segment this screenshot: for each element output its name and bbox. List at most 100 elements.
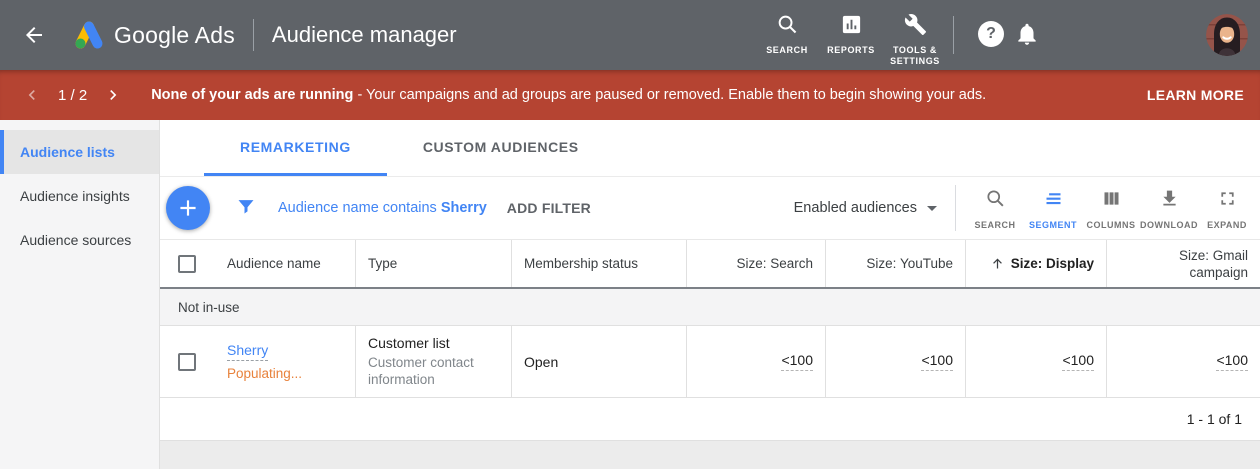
header-checkbox-cell — [160, 240, 215, 287]
notifications-bell-icon[interactable] — [1014, 21, 1040, 52]
tab-remarketing[interactable]: REMARKETING — [204, 120, 387, 176]
column-header-size-search[interactable]: Size: Search — [686, 240, 825, 287]
add-audience-button[interactable] — [166, 186, 210, 230]
columns-icon — [1101, 188, 1122, 214]
size-gmail-cell: <100 — [1106, 326, 1260, 397]
content-background — [160, 441, 1260, 469]
main-content: REMARKETING CUSTOM AUDIENCES Audience na… — [160, 120, 1260, 469]
expand-label: EXPAND — [1207, 220, 1247, 230]
banner-pager-count: 1 / 2 — [58, 87, 87, 104]
table-row: Sherry Populating... Customer list Custo… — [160, 326, 1260, 398]
table-search-button[interactable]: SEARCH — [966, 186, 1024, 230]
column-header-size-youtube[interactable]: Size: YouTube — [825, 240, 965, 287]
segment-icon — [1043, 188, 1064, 214]
type-cell: Customer list Customer contact informati… — [355, 326, 511, 397]
column-header-size-display[interactable]: Size: Display — [965, 240, 1106, 287]
chevron-right-icon[interactable] — [103, 85, 123, 105]
segment-button[interactable]: SEGMENT — [1024, 186, 1082, 230]
sidebar-item-audience-sources[interactable]: Audience sources — [0, 218, 159, 262]
audience-status-dropdown-value: Enabled audiences — [794, 200, 917, 216]
column-header-audience-name[interactable]: Audience name — [215, 240, 355, 287]
header-search-button[interactable]: SEARCH — [755, 0, 819, 70]
size-youtube-value[interactable]: <100 — [921, 352, 953, 371]
banner-pager: 1 / 2 — [22, 85, 123, 105]
tab-custom-audiences[interactable]: CUSTOM AUDIENCES — [387, 120, 615, 176]
bar-chart-icon — [840, 13, 863, 41]
sidebar-item-audience-lists[interactable]: Audience lists — [0, 130, 159, 174]
audience-status-dropdown[interactable]: Enabled audiences — [794, 200, 937, 216]
header-divider — [253, 19, 254, 51]
segment-label: SEGMENT — [1029, 220, 1077, 230]
user-avatar[interactable] — [1206, 14, 1248, 56]
tab-bar: REMARKETING CUSTOM AUDIENCES — [160, 120, 1260, 177]
sidebar-item-label: Audience sources — [20, 232, 131, 248]
toolbar-divider — [955, 185, 956, 231]
size-gmail-value[interactable]: <100 — [1216, 352, 1248, 371]
sidebar-item-audience-insights[interactable]: Audience insights — [0, 174, 159, 218]
group-row-not-in-use: Not in-use — [160, 289, 1260, 326]
filter-value: Sherry — [441, 200, 487, 216]
audience-name-link[interactable]: Sherry — [227, 342, 268, 361]
header-reports-button[interactable]: REPORTS — [819, 0, 883, 70]
chevron-left-icon[interactable] — [22, 85, 42, 105]
banner-detail: - Your campaigns and ad groups are pause… — [357, 87, 986, 103]
banner-headline: None of your ads are running — [151, 87, 353, 103]
type-detail: Customer contact information — [368, 354, 511, 388]
header-tools-settings-button[interactable]: TOOLS & SETTINGS — [883, 0, 947, 70]
sort-ascending-icon — [990, 256, 1005, 271]
back-arrow-icon[interactable] — [22, 23, 46, 47]
help-icon[interactable]: ? — [978, 21, 1004, 47]
learn-more-link[interactable]: LEARN MORE — [1147, 87, 1244, 103]
app-header: Google Ads Audience manager SEARCH REPOR… — [0, 0, 1260, 70]
column-header-membership-status[interactable]: Membership status — [511, 240, 686, 287]
product-name: Google Ads — [114, 22, 235, 49]
column-header-type[interactable]: Type — [355, 240, 511, 287]
header-nav-divider — [953, 16, 954, 54]
header-search-label: SEARCH — [757, 45, 817, 56]
column-header-size-gmail[interactable]: Size: Gmail campaign — [1106, 240, 1260, 287]
columns-label: COLUMNS — [1087, 220, 1136, 230]
row-checkbox-cell — [160, 326, 215, 397]
banner-message: None of your ads are running - Your camp… — [151, 87, 986, 103]
type-value: Customer list — [368, 335, 450, 351]
page-title: Audience manager — [272, 22, 457, 48]
download-label: DOWNLOAD — [1140, 220, 1198, 230]
audience-name-cell: Sherry Populating... — [215, 326, 355, 397]
size-youtube-cell: <100 — [825, 326, 965, 397]
size-display-cell: <100 — [965, 326, 1106, 397]
filter-icon[interactable] — [236, 196, 256, 221]
columns-button[interactable]: COLUMNS — [1082, 186, 1140, 230]
select-all-checkbox[interactable] — [178, 255, 196, 273]
sidebar-item-label: Audience lists — [20, 144, 115, 160]
populating-status: Populating... — [227, 366, 302, 381]
active-filter-chip[interactable]: Audience name contains Sherry — [278, 200, 487, 216]
wrench-icon — [904, 13, 927, 41]
search-icon — [776, 13, 799, 41]
download-button[interactable]: DOWNLOAD — [1140, 186, 1198, 230]
size-search-value[interactable]: <100 — [781, 352, 813, 371]
column-header-size-display-label: Size: Display — [1011, 256, 1094, 271]
expand-button[interactable]: EXPAND — [1198, 186, 1256, 230]
pagination-bar: 1 - 1 of 1 — [160, 398, 1260, 441]
expand-icon — [1217, 188, 1238, 214]
sidebar: Audience lists Audience insights Audienc… — [0, 120, 160, 469]
header-reports-label: REPORTS — [821, 45, 881, 56]
alert-banner: 1 / 2 None of your ads are running - You… — [0, 70, 1260, 120]
row-checkbox[interactable] — [178, 353, 196, 371]
search-icon — [985, 188, 1006, 214]
header-tools-settings-label: TOOLS & SETTINGS — [885, 45, 945, 67]
table-search-label: SEARCH — [974, 220, 1015, 230]
table-toolbar: Audience name contains Sherry ADD FILTER… — [160, 177, 1260, 239]
size-search-cell: <100 — [686, 326, 825, 397]
google-ads-logo-icon[interactable]: Google Ads — [70, 19, 235, 51]
group-row-label: Not in-use — [178, 300, 240, 315]
size-display-value[interactable]: <100 — [1062, 352, 1094, 371]
download-icon — [1159, 188, 1180, 214]
column-header-size-gmail-label: Size: Gmail campaign — [1156, 247, 1248, 281]
header-actions: SEARCH REPORTS TOOLS & SETTINGS ? — [755, 0, 1260, 70]
table-header-row: Audience name Type Membership status Siz… — [160, 240, 1260, 289]
add-filter-button[interactable]: ADD FILTER — [507, 200, 591, 216]
toolbar-actions: Enabled audiences SEARCH SEGMENT — [794, 185, 1256, 231]
chevron-down-icon — [927, 206, 937, 211]
sidebar-item-label: Audience insights — [20, 188, 130, 204]
